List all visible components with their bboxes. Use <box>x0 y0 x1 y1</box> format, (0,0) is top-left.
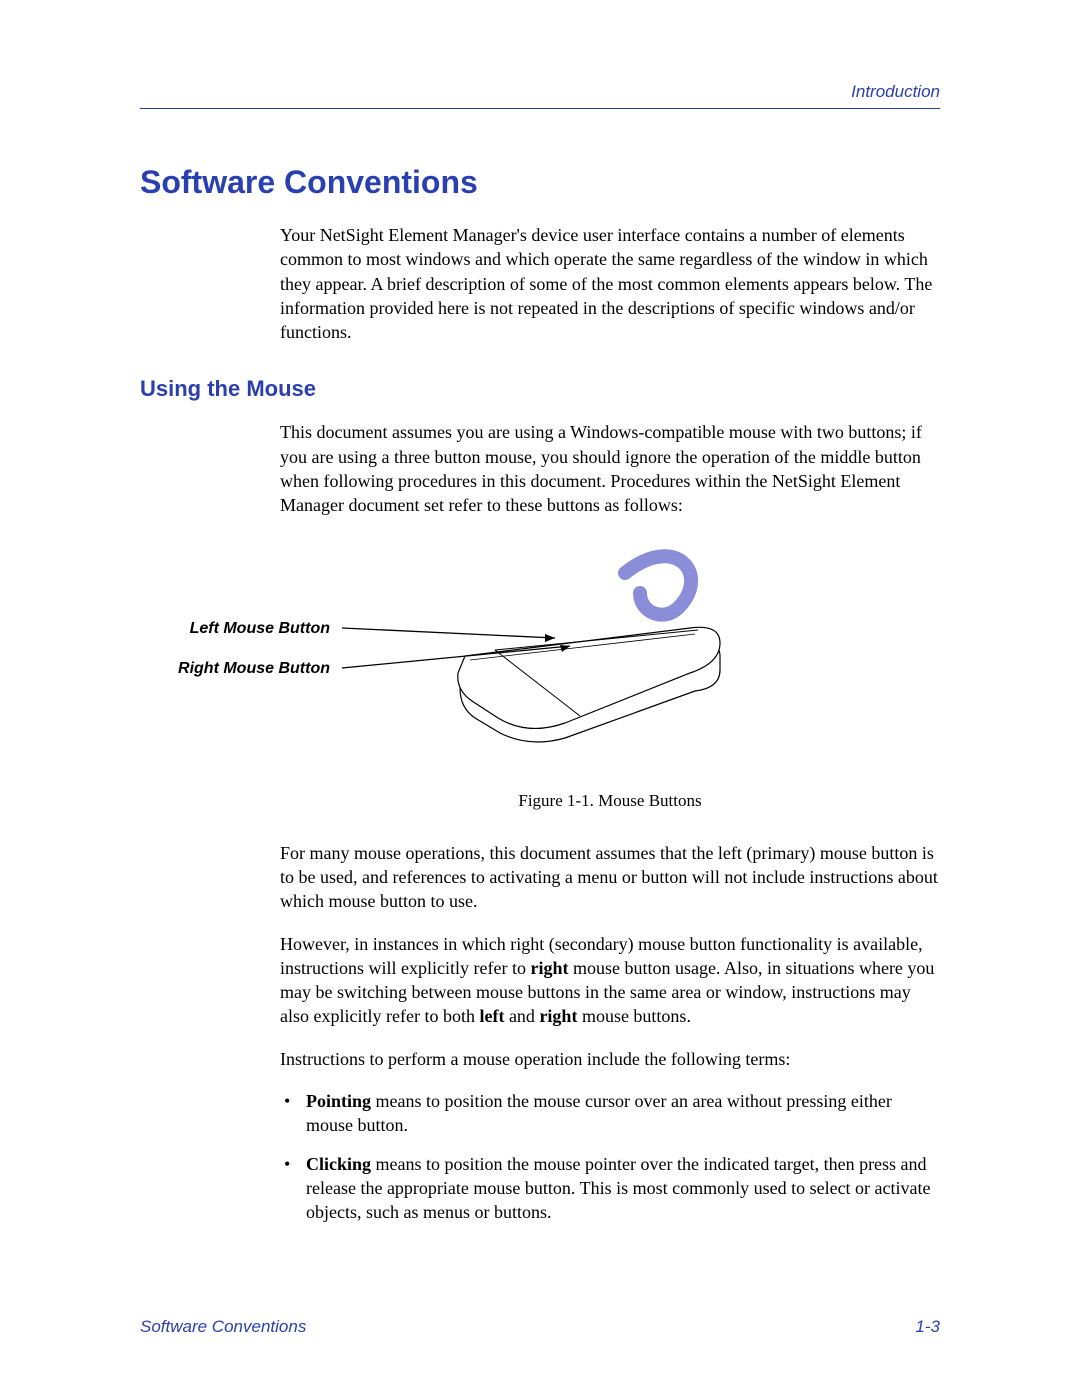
header-rule <box>140 108 940 109</box>
figure-caption: Figure 1-1. Mouse Buttons <box>280 790 940 813</box>
para-primary: For many mouse operations, this document… <box>280 841 940 914</box>
footer: Software Conventions 1-3 <box>140 1317 940 1337</box>
text: mouse buttons. <box>577 1006 691 1026</box>
bold-left: left <box>479 1006 504 1026</box>
bold-right-2: right <box>539 1006 577 1026</box>
term-clicking-rest: means to position the mouse pointer over… <box>306 1154 931 1223</box>
list-item: Clicking means to position the mouse poi… <box>280 1152 940 1225</box>
heading-1: Software Conventions <box>140 164 940 201</box>
term-clicking: Clicking <box>306 1154 371 1174</box>
figure: Left Mouse Button Right Mouse Button <box>280 538 940 778</box>
text: and <box>504 1006 539 1026</box>
terms-list: Pointing means to position the mouse cur… <box>280 1089 940 1224</box>
body-mouse: This document assumes you are using a Wi… <box>280 420 940 1224</box>
terms-intro: Instructions to perform a mouse operatio… <box>280 1047 940 1071</box>
running-header: Introduction <box>140 82 940 102</box>
term-pointing: Pointing <box>306 1091 371 1111</box>
mouse-illustration <box>280 538 840 768</box>
page: Introduction Software Conventions Your N… <box>0 0 1080 1397</box>
footer-page: 1-3 <box>915 1317 940 1337</box>
figure-label-left: Left Mouse Button <box>160 618 330 640</box>
term-pointing-rest: means to position the mouse cursor over … <box>306 1091 892 1135</box>
bold-right-1: right <box>530 958 568 978</box>
body: Your NetSight Element Manager's device u… <box>280 223 940 344</box>
intro-paragraph: Your NetSight Element Manager's device u… <box>280 223 940 344</box>
footer-left: Software Conventions <box>140 1317 306 1337</box>
mouse-paragraph: This document assumes you are using a Wi… <box>280 420 940 517</box>
list-item: Pointing means to position the mouse cur… <box>280 1089 940 1138</box>
para-right: However, in instances in which right (se… <box>280 932 940 1029</box>
figure-label-right: Right Mouse Button <box>160 658 330 680</box>
heading-2: Using the Mouse <box>140 376 940 402</box>
